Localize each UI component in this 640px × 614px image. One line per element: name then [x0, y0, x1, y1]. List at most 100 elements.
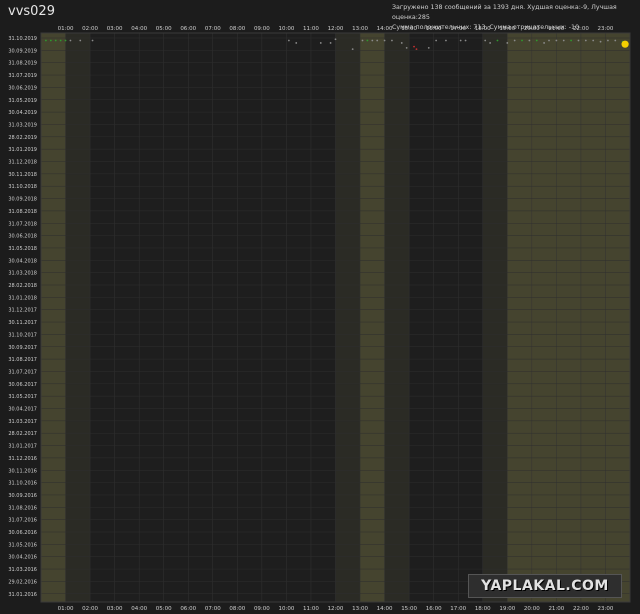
y-tick-label: 31.08.2018 — [8, 209, 37, 215]
data-point — [577, 39, 580, 42]
y-tick-label: 30.09.2016 — [8, 493, 37, 499]
y-tick-label: 30.11.2018 — [8, 172, 37, 178]
x-tick-label: 16:00 — [426, 26, 442, 32]
x-tick-label: 22:00 — [573, 26, 589, 32]
x-axis-top: 01:00 02:00 03:00 04:00 05:00 06:00 07:00 08:00… — [58, 26, 614, 32]
y-tick-label: 31.03.2017 — [8, 419, 37, 425]
x-tick-label: 03:00 — [107, 26, 123, 32]
hour-band — [41, 33, 66, 602]
x-tick-label: 11:00 — [303, 26, 319, 32]
x-tick-label: 07:00 — [205, 606, 221, 612]
data-point — [91, 39, 94, 42]
y-tick-label: 31.05.2018 — [8, 246, 37, 252]
y-tick-label: 31.05.2019 — [8, 98, 37, 104]
y-tick-label: 31.12.2018 — [8, 160, 37, 166]
x-tick-label: 08:00 — [229, 606, 245, 612]
x-tick-label: 09:00 — [254, 26, 270, 32]
y-tick-label: 30.06.2018 — [8, 234, 37, 240]
x-tick-label: 01:00 — [58, 26, 74, 32]
y-tick-label: 28.02.2017 — [8, 431, 37, 437]
data-point — [69, 39, 72, 42]
data-point — [415, 48, 418, 51]
x-tick-label: 05:00 — [156, 606, 172, 612]
data-point — [400, 42, 403, 44]
y-tick-label: 31.01.2016 — [8, 592, 37, 598]
x-tick-label: 11:00 — [303, 606, 319, 612]
x-tick-label: 04:00 — [131, 606, 147, 612]
data-point — [459, 39, 462, 42]
data-point — [319, 42, 322, 44]
y-axis: 31.10.2019 30.09.2019 31.08.2019 31.07.2019… — [8, 36, 37, 598]
x-tick-label: 15:00 — [401, 606, 417, 612]
x-tick-label: 20:00 — [524, 26, 540, 32]
x-tick-label: 09:00 — [254, 606, 270, 612]
x-tick-label: 01:00 — [58, 606, 74, 612]
data-point — [376, 39, 379, 42]
data-point — [79, 39, 82, 42]
data-point — [484, 39, 487, 42]
watermark-logo: YAPLAKAL.COM — [468, 574, 622, 598]
y-tick-label: 30.11.2016 — [8, 468, 37, 474]
data-point — [45, 39, 47, 42]
hour-band — [507, 33, 630, 602]
y-tick-label: 31.08.2017 — [8, 357, 37, 363]
y-tick-label: 31.10.2016 — [8, 481, 37, 487]
data-point — [584, 39, 587, 42]
y-tick-label: 30.04.2019 — [8, 110, 37, 116]
y-tick-label: 31.07.2019 — [8, 73, 37, 79]
x-tick-label: 18:00 — [475, 26, 491, 32]
data-point — [592, 39, 595, 42]
x-tick-label: 17:00 — [450, 606, 466, 612]
x-tick-label: 19:00 — [499, 26, 515, 32]
y-tick-label: 30.06.2017 — [8, 382, 37, 388]
x-tick-label: 21:00 — [548, 606, 564, 612]
x-tick-label: 03:00 — [107, 606, 123, 612]
x-tick-label: 14:00 — [377, 606, 393, 612]
x-tick-label: 10:00 — [278, 26, 294, 32]
x-tick-label: 07:00 — [205, 26, 221, 32]
y-tick-label: 31.01.2019 — [8, 147, 37, 153]
x-tick-label: 06:00 — [180, 26, 196, 32]
y-tick-label: 31.08.2016 — [8, 505, 37, 511]
y-tick-label: 31.07.2018 — [8, 221, 37, 227]
data-point — [64, 39, 67, 42]
y-tick-label: 30.11.2017 — [8, 320, 37, 326]
y-tick-label: 29.02.2016 — [8, 579, 37, 585]
y-tick-label: 30.09.2019 — [8, 48, 37, 54]
y-tick-label: 30.09.2018 — [8, 197, 37, 203]
data-point — [528, 39, 531, 42]
hour-band — [384, 33, 410, 602]
data-point — [361, 39, 364, 42]
data-point — [555, 39, 558, 42]
data-point — [59, 39, 62, 42]
x-tick-label: 05:00 — [156, 26, 172, 32]
y-tick-label: 31.10.2018 — [8, 184, 37, 190]
x-tick-label: 23:00 — [598, 606, 614, 612]
x-tick-label: 14:00 — [377, 26, 393, 32]
y-tick-label: 31.10.2019 — [8, 36, 37, 42]
y-tick-label: 31.01.2017 — [8, 444, 37, 450]
y-tick-label: 31.01.2018 — [8, 295, 37, 301]
data-point — [489, 42, 492, 44]
x-tick-label: 13:00 — [352, 606, 368, 612]
hour-band — [335, 33, 361, 602]
x-tick-label: 21:00 — [548, 26, 564, 32]
y-tick-label: 31.10.2017 — [8, 332, 37, 338]
data-point — [599, 40, 602, 43]
data-point — [496, 39, 499, 42]
data-point — [445, 39, 447, 42]
y-tick-label: 28.02.2019 — [8, 135, 37, 141]
y-tick-label: 31.12.2017 — [8, 308, 37, 314]
x-tick-label: 20:00 — [524, 606, 540, 612]
hour-band — [65, 33, 91, 602]
data-point — [543, 42, 546, 44]
x-tick-label: 04:00 — [131, 26, 147, 32]
hour-band — [360, 33, 385, 602]
x-axis-bottom: 01:00 02:00 03:00 04:00 05:00 06:00 07:00 08:00… — [58, 606, 614, 612]
data-point — [334, 38, 337, 41]
y-tick-label: 31.03.2016 — [8, 567, 37, 573]
data-point — [351, 48, 354, 51]
data-point — [427, 46, 430, 49]
data-point — [535, 39, 538, 42]
y-tick-label: 28.02.2018 — [8, 283, 37, 289]
